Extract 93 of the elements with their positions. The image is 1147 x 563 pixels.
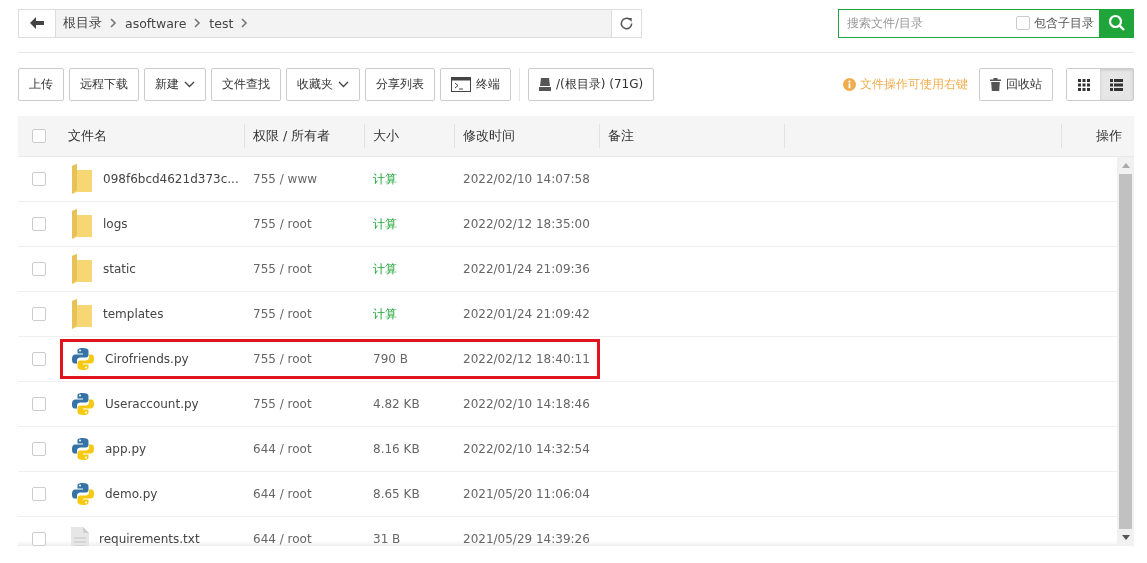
scroll-up-icon: [1121, 163, 1130, 168]
column-header[interactable]: 文件名: [60, 124, 245, 148]
row-checkbox[interactable]: [32, 352, 46, 366]
modified-cell-text: 2022/02/10 14:32:54: [462, 442, 591, 456]
info-icon: [843, 78, 856, 91]
permission-cell-text: 755 / root: [252, 262, 313, 276]
back-button[interactable]: [19, 9, 56, 37]
python-icon: [71, 482, 95, 506]
include-subdirs-checkbox[interactable]: 包含子目录: [1016, 14, 1099, 32]
recycle-bin-button[interactable]: 回收站: [979, 68, 1053, 101]
terminal-button[interactable]: 终端: [440, 68, 511, 101]
search-field[interactable]: 搜索文件/目录 包含子目录: [838, 8, 1134, 38]
toolbar-button[interactable]: 远程下载: [69, 68, 139, 101]
row-checkbox[interactable]: [32, 262, 46, 276]
permission-cell-text: 755 / root: [252, 397, 313, 411]
folder-icon: [71, 209, 93, 239]
permission-cell-text: 644 / root: [252, 487, 313, 501]
chevron-right-icon: [110, 18, 117, 28]
modified-cell-text: 2021/05/29 14:39:26: [462, 532, 591, 546]
disk-icon: [539, 78, 551, 91]
terminal-icon: [451, 77, 471, 92]
toolbar-button[interactable]: 分享列表: [365, 68, 435, 101]
modified-cell-text: 2022/02/10 14:18:46: [462, 397, 591, 411]
file-name[interactable]: logs: [103, 217, 128, 231]
refresh-icon: [619, 15, 634, 31]
row-checkbox[interactable]: [32, 217, 46, 231]
file-name[interactable]: static: [103, 262, 136, 276]
row-checkbox[interactable]: [32, 532, 46, 546]
refresh-button[interactable]: [611, 9, 641, 37]
size-cell: 4.82 KB: [373, 397, 420, 411]
folder-icon: [71, 299, 93, 329]
modified-cell-text: 2022/01/24 21:09:42: [462, 307, 591, 321]
toolbar-button[interactable]: 上传: [18, 68, 64, 101]
chevron-right-icon: [241, 18, 249, 28]
grid-icon: [1077, 78, 1090, 91]
dropdown-button[interactable]: 收藏夹: [286, 68, 360, 101]
caret-icon: [184, 81, 195, 88]
column-header[interactable]: 备注: [600, 124, 785, 148]
caret-icon: [338, 81, 349, 88]
file-name[interactable]: app.py: [105, 442, 147, 456]
file-name[interactable]: Cirofriends.py: [105, 352, 189, 366]
python-icon: [71, 347, 95, 371]
list-icon: [1110, 78, 1123, 91]
file-name[interactable]: templates: [103, 307, 164, 321]
modified-cell-text: 2022/01/24 21:09:36: [462, 262, 591, 276]
permission-cell-text: 644 / root: [252, 532, 313, 546]
row-checkbox[interactable]: [32, 442, 46, 456]
permission-cell-text: 755 / root: [252, 217, 313, 231]
modified-cell-text: 2022/02/12 18:40:11: [462, 352, 591, 366]
permission-cell-text: 755 / root: [252, 307, 313, 321]
modified-cell-text: 2021/05/20 11:06:04: [462, 487, 591, 501]
chevron-right-icon: [194, 18, 202, 28]
column-header: 操作: [1095, 127, 1123, 145]
breadcrumb-link[interactable]: asoftware: [125, 15, 187, 31]
row-checkbox[interactable]: [32, 172, 46, 186]
view-toggle[interactable]: [1100, 69, 1133, 100]
size-cell: 8.65 KB: [373, 487, 420, 501]
file-name[interactable]: Useraccount.py: [105, 397, 199, 411]
trash-icon: [990, 78, 1001, 91]
breadcrumb-link[interactable]: 根目录: [63, 14, 102, 32]
scrollbar[interactable]: [1117, 157, 1134, 546]
row-checkbox[interactable]: [32, 307, 46, 321]
modified-cell-text: 2022/02/10 14:07:58: [462, 172, 591, 186]
hint-text: 文件操作可使用右键: [843, 76, 968, 93]
search-button[interactable]: [1099, 8, 1134, 38]
permission-cell-text: 755 / root: [252, 352, 313, 366]
size-cell: 8.16 KB: [373, 442, 420, 456]
size-cell: 790 B: [373, 352, 408, 366]
permission-cell-text: 755 / www: [252, 172, 319, 186]
column-header[interactable]: 大小: [365, 124, 455, 148]
file-name[interactable]: requirements.txt: [99, 532, 200, 546]
select-all-checkbox[interactable]: [32, 129, 46, 143]
folder-icon: [71, 254, 93, 284]
permission-cell-text: 644 / root: [252, 442, 313, 456]
back-arrow-icon: [30, 17, 44, 29]
breadcrumb-link[interactable]: test: [209, 15, 234, 31]
toolbar-button[interactable]: 文件查找: [211, 68, 281, 101]
disk-button[interactable]: /(根目录) (71G): [528, 68, 655, 101]
modified-cell-text: 2022/02/12 18:35:00: [462, 217, 591, 231]
row-checkbox[interactable]: [32, 397, 46, 411]
file-name[interactable]: demo.py: [105, 487, 158, 501]
search-icon: [1107, 14, 1126, 32]
python-icon: [71, 392, 95, 416]
column-header[interactable]: 修改时间: [455, 124, 600, 148]
size-cell: 31 B: [373, 532, 401, 546]
dropdown-button[interactable]: 新建: [144, 68, 206, 101]
folder-icon: [71, 164, 93, 194]
document-icon: [71, 527, 89, 546]
scroll-down-icon: [1121, 535, 1130, 540]
python-icon: [71, 437, 95, 461]
row-checkbox[interactable]: [32, 487, 46, 501]
column-header[interactable]: 权限 / 所有者: [245, 124, 365, 148]
file-name[interactable]: 098f6bcd4621d373c...: [103, 172, 239, 186]
